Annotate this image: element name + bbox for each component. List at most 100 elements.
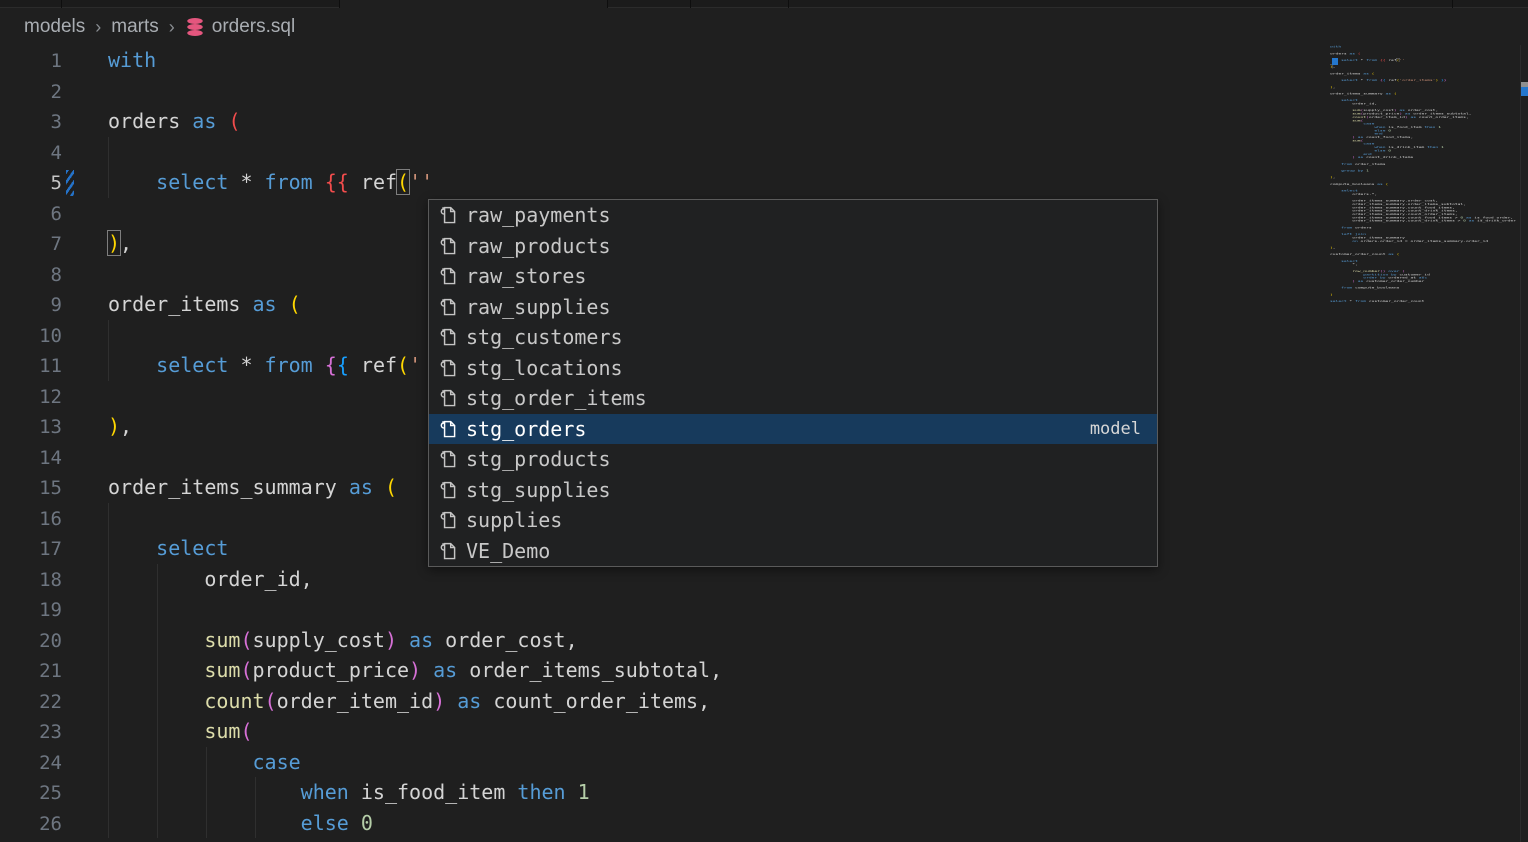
indent-guide [157, 564, 158, 838]
code-line[interactable]: 22 count(order_item_id) as count_order_i… [0, 686, 1528, 717]
tab-separator [607, 0, 608, 8]
suggestion-item[interactable]: stg_products [429, 444, 1157, 475]
suggestion-item[interactable]: stg_supplies [429, 475, 1157, 506]
tab-separator [339, 0, 340, 8]
suggestion-item[interactable]: raw_payments [429, 200, 1157, 231]
reference-icon [437, 479, 459, 501]
suggestion-item[interactable]: raw_products [429, 231, 1157, 262]
line-number: 11 [0, 351, 62, 382]
line-number: 26 [0, 809, 62, 840]
reference-icon [437, 357, 459, 379]
line-number: 23 [0, 717, 62, 748]
suggestion-item[interactable]: stg_ordersmodel [429, 414, 1157, 445]
code-line[interactable]: 26 else 0 [0, 808, 1528, 839]
suggestion-label: stg_locations [466, 356, 623, 380]
tab-segment[interactable] [607, 0, 1528, 8]
indent-guide [108, 320, 109, 381]
line-number: 18 [0, 565, 62, 596]
breadcrumb-item-marts[interactable]: marts [111, 16, 159, 38]
suggestion-item[interactable]: stg_customers [429, 322, 1157, 353]
code-line[interactable]: 25 when is_food_item then 1 [0, 777, 1528, 808]
reference-icon [437, 387, 459, 409]
chevron-right-icon: › [95, 17, 101, 38]
autocomplete-popup: raw_payments raw_products raw_stores raw… [428, 199, 1158, 567]
suggestion-detail: model [1090, 419, 1141, 439]
suggestion-label: stg_order_items [466, 386, 647, 410]
line-number: 2 [0, 77, 62, 108]
code-line[interactable]: 21 sum(product_price) as order_items_sub… [0, 655, 1528, 686]
reference-icon [437, 448, 459, 470]
code-line[interactable]: 1with [0, 45, 1528, 76]
chevron-right-icon: › [169, 17, 175, 38]
reference-icon [437, 540, 459, 562]
line-number: 22 [0, 687, 62, 718]
suggestion-label: raw_payments [466, 203, 611, 227]
minimap-modified-marker [1332, 58, 1338, 65]
line-number: 14 [0, 443, 62, 474]
minimap[interactable]: withorders as ( select * from {{ ref('')… [1330, 45, 1520, 315]
line-number: 24 [0, 748, 62, 779]
code-line[interactable]: 3orders as ( [0, 106, 1528, 137]
line-number: 10 [0, 321, 62, 352]
overview-ruler[interactable] [1520, 45, 1521, 842]
modified-line-marker [66, 170, 74, 196]
reference-icon [437, 204, 459, 226]
indent-guide [108, 137, 109, 198]
code-line[interactable]: 4 [0, 137, 1528, 168]
line-number: 7 [0, 229, 62, 260]
indent-guide [108, 503, 109, 838]
code-line[interactable]: 18 order_id, [0, 564, 1528, 595]
reference-icon [437, 296, 459, 318]
suggestion-item[interactable]: supplies [429, 505, 1157, 536]
minimap-line: select * from customer_order_count [1330, 299, 1520, 302]
breadcrumb-item-models[interactable]: models [24, 16, 85, 38]
suggestion-item[interactable]: raw_stores [429, 261, 1157, 292]
suggestion-label: stg_supplies [466, 478, 611, 502]
tab-separator [788, 0, 789, 8]
line-number: 6 [0, 199, 62, 230]
suggestion-label: VE_Demo [466, 539, 550, 563]
suggestion-label: raw_stores [466, 264, 586, 288]
suggestion-label: supplies [466, 508, 562, 532]
tab-segment[interactable] [0, 0, 339, 8]
reference-icon [437, 418, 459, 440]
code-line[interactable]: 24 case [0, 747, 1528, 778]
suggestion-item[interactable]: raw_supplies [429, 292, 1157, 323]
indent-guide [255, 777, 256, 838]
line-number: 20 [0, 626, 62, 657]
reference-icon [437, 509, 459, 531]
code-line[interactable]: 19 [0, 594, 1528, 625]
line-number: 15 [0, 473, 62, 504]
suggestion-item[interactable]: stg_order_items [429, 383, 1157, 414]
code-line[interactable]: 2 [0, 76, 1528, 107]
line-number: 21 [0, 656, 62, 687]
minimap-line: order_items_summary.count_drink_items > … [1330, 219, 1520, 222]
reference-icon [437, 326, 459, 348]
tab-separator [61, 0, 62, 8]
active-tab-segment[interactable] [339, 0, 607, 8]
suggestion-item[interactable]: stg_locations [429, 353, 1157, 384]
breadcrumb: models › marts › orders.sql [24, 10, 295, 44]
code-line[interactable]: 23 sum( [0, 716, 1528, 747]
line-number: 17 [0, 534, 62, 565]
tab-separator [1452, 0, 1453, 8]
suggestion-item[interactable]: VE_Demo [429, 536, 1157, 567]
reference-icon [437, 265, 459, 287]
suggestion-label: raw_products [466, 234, 611, 258]
indent-guide [206, 747, 207, 838]
suggestion-label: stg_products [466, 447, 611, 471]
overview-ruler-modified-marker [1521, 87, 1528, 96]
line-number: 13 [0, 412, 62, 443]
line-number: 25 [0, 778, 62, 809]
tab-bar[interactable] [0, 0, 1528, 8]
code-line[interactable]: 20 sum(supply_cost) as order_cost, [0, 625, 1528, 656]
code-line[interactable]: 5 select * from {{ ref('' [0, 167, 1528, 198]
line-number: 19 [0, 595, 62, 626]
line-number: 8 [0, 260, 62, 291]
reference-icon [437, 235, 459, 257]
line-number: 1 [0, 46, 62, 77]
line-number: 9 [0, 290, 62, 321]
suggestion-label: stg_customers [466, 325, 623, 349]
tab-separator [690, 0, 691, 8]
breadcrumb-item-file[interactable]: orders.sql [185, 16, 295, 38]
